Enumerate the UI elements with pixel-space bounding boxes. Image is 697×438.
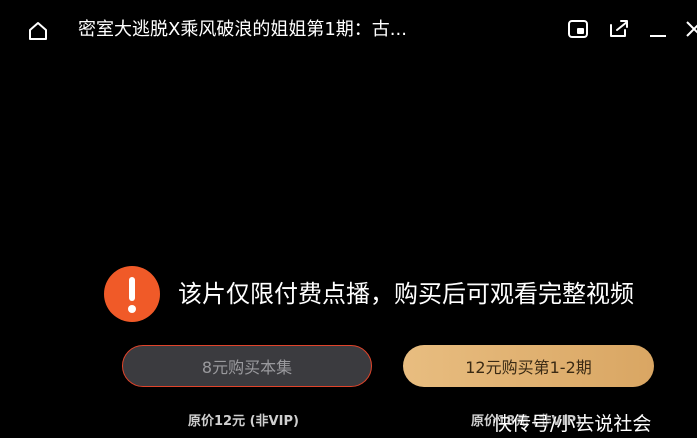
watermark-text: 快传号/小去说社会 — [493, 413, 652, 435]
pay-per-view-notice: 该片仅限付费点播，购买后可观看完整视频 — [104, 266, 634, 322]
home-icon[interactable] — [26, 19, 50, 43]
buy-episode-button[interactable]: 8元购买本集 — [122, 345, 372, 387]
video-player-window: 密室大逃脱X乘风破浪的姐姐第1期：古... 该片仅限付费点播，购买后可观看完整视… — [0, 0, 697, 438]
video-title: 密室大逃脱X乘风破浪的姐姐第1期：古... — [78, 19, 407, 40]
picture-in-picture-icon[interactable] — [566, 17, 590, 41]
share-icon[interactable] — [607, 17, 631, 41]
title-bar: 密室大逃脱X乘风破浪的姐姐第1期：古... — [0, 0, 697, 60]
notice-text: 该片仅限付费点播，购买后可观看完整视频 — [178, 280, 634, 308]
close-icon[interactable] — [683, 17, 697, 41]
buy-season-button[interactable]: 12元购买第1-2期 — [403, 345, 654, 387]
episode-original-price: 原价12元 (非VIP) — [188, 414, 299, 429]
exclamation-icon — [104, 266, 160, 322]
minimize-icon[interactable] — [646, 17, 670, 41]
